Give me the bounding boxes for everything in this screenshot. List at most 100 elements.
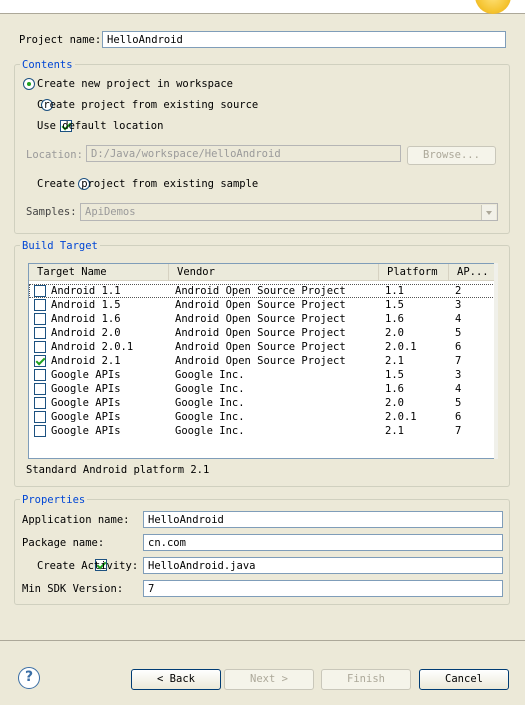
vendor-cell: Android Open Source Project [175,341,346,353]
column-vendor[interactable]: Vendor [169,264,379,281]
target-checkbox[interactable] [34,341,46,353]
vendor-cell: Google Inc. [175,411,245,423]
build-target-table[interactable]: Target Name Vendor Platform AP... Androi… [28,263,498,459]
chevron-down-icon[interactable] [481,205,496,220]
wizard-banner [0,0,525,14]
target-name-cell: Android 1.1 [51,285,121,297]
target-name-cell: Android 2.0 [51,327,121,339]
column-target-name[interactable]: Target Name [29,264,169,281]
target-name-cell: Android 1.5 [51,299,121,311]
api-cell: 6 [455,341,462,353]
target-name-cell: Android 2.0.1 [51,341,134,353]
platform-cell: 2.0.1 [385,341,417,353]
table-row[interactable]: Android 1.5 Android Open Source Project 1.… [29,298,497,312]
platform-cell: 1.6 [385,313,404,325]
api-cell: 5 [455,327,462,339]
api-cell: 4 [455,383,462,395]
table-row[interactable]: Android 2.0 Android Open Source Project 2.… [29,326,497,340]
build-target-legend: Build Target [20,240,100,252]
table-row[interactable]: Google APIs Google Inc. 2.1 7 [29,424,497,438]
contents-legend: Contents [20,59,75,71]
target-name-cell: Google APIs [51,397,121,409]
table-row[interactable]: Android 1.6 Android Open Source Project 1.… [29,312,497,326]
create-activity-label[interactable]: Create Activity: [37,559,138,573]
table-row[interactable]: Google APIs Google Inc. 1.5 3 [29,368,497,382]
table-row[interactable]: Google APIs Google Inc. 2.0.1 6 [29,410,497,424]
target-checkbox[interactable] [34,397,46,409]
target-name-cell: Android 1.6 [51,313,121,325]
samples-label: Samples: [26,206,77,218]
existing-sample-label[interactable]: Create project from existing sample [37,177,258,191]
table-row[interactable]: Android 2.1 Android Open Source Project 2.… [29,354,497,368]
vendor-cell: Google Inc. [175,369,245,381]
platform-cell: 2.0.1 [385,411,417,423]
help-icon[interactable]: ? [18,667,40,689]
location-label: Location: [26,149,83,161]
api-cell: 5 [455,397,462,409]
target-checkbox[interactable] [34,299,46,311]
cancel-button[interactable]: Cancel [419,669,509,690]
target-name-cell: Google APIs [51,411,121,423]
vendor-cell: Google Inc. [175,397,245,409]
api-cell: 3 [455,299,462,311]
create-activity-input[interactable]: HelloAndroid.java [143,557,503,574]
api-cell: 6 [455,411,462,423]
table-row[interactable]: Android 2.0.1 Android Open Source Project… [29,340,497,354]
column-api[interactable]: AP... [449,264,497,281]
min-sdk-input[interactable]: 7 [143,580,503,597]
table-row[interactable]: Google APIs Google Inc. 1.6 4 [29,382,497,396]
platform-cell: 2.0 [385,327,404,339]
existing-source-label[interactable]: Create project from existing source [37,98,258,112]
vendor-cell: Android Open Source Project [175,313,346,325]
platform-cell: 1.5 [385,299,404,311]
table-header: Target Name Vendor Platform AP... [29,264,497,281]
package-name-label: Package name: [22,537,105,549]
table-row[interactable]: Android 1.1 Android Open Source Project 1.… [29,284,497,298]
platform-cell: 2.1 [385,425,404,437]
target-checkbox[interactable] [34,411,46,423]
target-checkbox[interactable] [34,313,46,325]
target-name-cell: Google APIs [51,369,121,381]
back-button[interactable]: < Back [131,669,221,690]
vendor-cell: Android Open Source Project [175,285,346,297]
target-checkbox[interactable] [34,383,46,395]
table-row[interactable]: Google APIs Google Inc. 2.0 5 [29,396,497,410]
project-name-label: Project name: [19,34,102,46]
vendor-cell: Google Inc. [175,425,245,437]
api-cell: 7 [455,355,462,367]
vendor-cell: Android Open Source Project [175,327,346,339]
api-cell: 4 [455,313,462,325]
package-name-input[interactable]: cn.com [143,534,503,551]
target-checkbox[interactable] [34,425,46,437]
target-checkbox[interactable] [34,285,46,297]
vendor-cell: Google Inc. [175,383,245,395]
target-name-cell: Google APIs [51,425,121,437]
location-input[interactable]: D:/Java/workspace/HelloAndroid [86,145,401,162]
properties-legend: Properties [20,494,88,506]
target-checkbox[interactable] [34,369,46,381]
target-name-cell: Google APIs [51,383,121,395]
vendor-cell: Android Open Source Project [175,299,346,311]
application-name-input[interactable]: HelloAndroid [143,511,503,528]
vendor-cell: Android Open Source Project [175,355,346,367]
platform-cell: 1.6 [385,383,404,395]
api-cell: 3 [455,369,462,381]
create-new-project-radio[interactable] [23,78,35,90]
next-button[interactable]: Next > [224,669,314,690]
target-checkbox[interactable] [34,327,46,339]
create-new-project-label[interactable]: Create new project in workspace [37,77,233,91]
target-checkbox[interactable] [34,355,46,367]
application-name-label: Application name: [22,514,130,526]
finish-button[interactable]: Finish [321,669,411,690]
browse-button[interactable]: Browse... [407,146,496,165]
use-default-location-label[interactable]: Use default location [37,119,163,133]
samples-combo[interactable]: ApiDemos [80,203,498,221]
target-name-cell: Android 2.1 [51,355,121,367]
platform-cell: 2.1 [385,355,404,367]
target-description: Standard Android platform 2.1 [26,464,210,476]
samples-combo-value: ApiDemos [85,206,136,218]
api-cell: 7 [455,425,462,437]
table-scrollbar[interactable] [494,263,498,459]
project-name-input[interactable]: HelloAndroid [102,31,506,48]
column-platform[interactable]: Platform [379,264,449,281]
